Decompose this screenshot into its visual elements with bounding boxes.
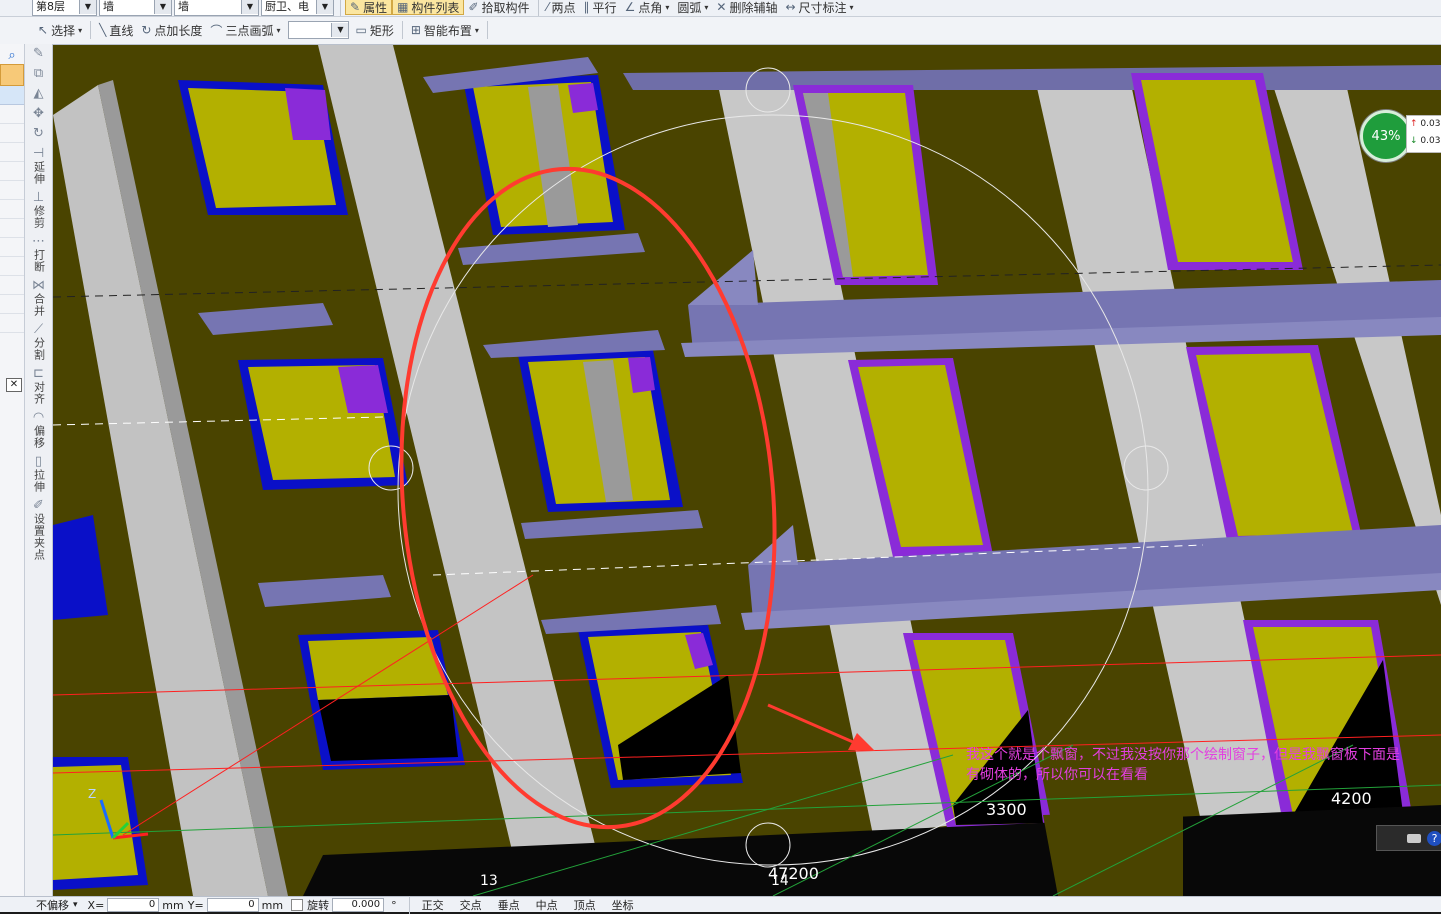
- parallel-icon: ∥: [583, 0, 590, 14]
- stretch-icon: ▯: [34, 454, 43, 469]
- x-input[interactable]: 0: [107, 898, 160, 912]
- properties-icon: ✎: [350, 0, 361, 14]
- pencil-tool[interactable]: ✎: [25, 44, 52, 64]
- draw-toolbar: ↖ 选择 ▾ ╲ 直线 ↻ 点加长度 ⌒ 三点画弧 ▾ ▼ ▭ 矩形 ⊞ 智能布置 ▾: [0, 17, 1441, 45]
- panel-tab-active[interactable]: [0, 64, 24, 86]
- align-tool[interactable]: ⊏ 对齐: [25, 364, 52, 408]
- download-icon: ↓: [1410, 136, 1418, 146]
- y-input[interactable]: 0: [206, 898, 259, 912]
- align-icon: ⊏: [33, 366, 44, 381]
- dimension-button[interactable]: ↔ 尺寸标注 ▾: [781, 0, 857, 18]
- merge-icon: ⋈: [32, 278, 45, 293]
- delete-aux-axis-button[interactable]: ✕ 删除辅轴: [712, 0, 781, 18]
- dimension-3300: 3300: [986, 800, 1027, 819]
- x-label: X=: [87, 898, 105, 912]
- keyboard-icon[interactable]: [1407, 833, 1421, 843]
- line-icon: ╲: [99, 23, 107, 37]
- type-select-1[interactable]: 墙 ▼: [99, 0, 172, 16]
- left-panel: ⌕ ✕: [0, 44, 25, 911]
- arc-button[interactable]: 圆弧 ▾: [673, 0, 712, 18]
- copy-tool[interactable]: ⧉: [25, 64, 52, 84]
- point-length-button[interactable]: ↻ 点加长度: [137, 19, 206, 41]
- progress-gauge: 43%: [1360, 110, 1412, 162]
- select-button[interactable]: ↖ 选择 ▾: [34, 19, 86, 41]
- dimension-4200: 4200: [1331, 789, 1372, 808]
- edit-toolbar: ✎ ⧉ ◭ ✥ ↻ ⊣ 延伸 ⊥ 修剪 ⋯ 打断 ⋈ 合并 ⟋ 分割 ⊏ 对齐 ◠ 偏移 ▯ 拉…: [25, 44, 53, 896]
- floating-toolbar: ?: [1376, 825, 1441, 851]
- axis-label-14: 14: [771, 873, 789, 889]
- y-label: Y=: [187, 898, 204, 912]
- 3d-viewport[interactable]: Z 3300 4200 47200 13 14 我这个就是个飘窗，不过我没按你那…: [53, 45, 1441, 896]
- rotate-input[interactable]: 0.000: [332, 898, 385, 912]
- delete-icon: ✕: [716, 0, 727, 14]
- split-tool[interactable]: ⟋ 分割: [25, 320, 52, 364]
- move-icon: ✥: [33, 106, 44, 121]
- three-point-arc-button[interactable]: ⌒ 三点画弧 ▾: [206, 19, 284, 41]
- pick-component-button[interactable]: ✐ 拾取构件: [464, 0, 533, 18]
- axis-z-label: Z: [88, 787, 97, 801]
- move-tool[interactable]: ✥: [25, 104, 52, 124]
- split-icon: ⟋: [33, 322, 44, 337]
- top-toolbar: 第8层 ▼ 墙 ▼ 墙 ▼ 厨卫、电 ▼ ✎ 属性 ▦ 构件列表 ✐ 拾取构件 ⁄ 两点 ∥ 平行…: [0, 0, 1441, 17]
- two-points-icon: ⁄: [546, 0, 549, 14]
- pick-icon: ✐: [468, 0, 479, 14]
- grip-tool[interactable]: ✐ 设置夹点: [25, 496, 52, 564]
- point-length-icon: ↻: [141, 23, 152, 37]
- floor-select[interactable]: 第8层 ▼: [32, 0, 97, 16]
- help-icon[interactable]: ?: [1427, 830, 1441, 846]
- mirror-tool[interactable]: ◭: [25, 84, 52, 104]
- extend-tool[interactable]: ⊣ 延伸: [25, 144, 52, 188]
- sub-type-select[interactable]: 厨卫、电 ▼: [261, 0, 334, 16]
- arc-option-select[interactable]: ▼: [288, 21, 350, 39]
- window-left-3: [298, 630, 465, 770]
- dimension-icon: ↔: [785, 0, 796, 14]
- upload-icon: ↑: [1410, 119, 1418, 129]
- extend-icon: ⊣: [32, 146, 45, 161]
- cursor-icon: ↖: [38, 23, 49, 37]
- arc-icon: ⌒: [210, 23, 223, 38]
- axis-label-13: 13: [480, 873, 498, 889]
- parallel-button[interactable]: ∥ 平行: [580, 0, 621, 18]
- offset-tool[interactable]: ◠ 偏移: [25, 408, 52, 452]
- line-button[interactable]: ╲ 直线: [95, 19, 137, 41]
- window-left-2: [238, 358, 408, 490]
- rect-icon: ▭: [355, 23, 367, 37]
- properties-button[interactable]: ✎ 属性: [345, 0, 393, 15]
- trim-tool[interactable]: ⊥ 修剪: [25, 188, 52, 232]
- point-angle-button[interactable]: ∠ 点角 ▾: [621, 0, 674, 18]
- close-icon[interactable]: ✕: [6, 378, 22, 392]
- rotate-tool[interactable]: ↻: [25, 124, 52, 144]
- list-icon: ▦: [397, 0, 409, 14]
- search-icon[interactable]: ⌕: [0, 46, 24, 64]
- network-speed: ↑ 0.03 ↓ 0.03: [1406, 115, 1441, 153]
- rotate-checkbox[interactable]: [291, 899, 304, 911]
- two-points-button[interactable]: ⁄ 两点: [543, 0, 580, 18]
- break-icon: ⋯: [32, 234, 45, 249]
- rotate-icon: ↻: [33, 126, 44, 141]
- type-select-2[interactable]: 墙 ▼: [174, 0, 259, 16]
- pencil-icon: ✎: [33, 46, 44, 61]
- panel-tab[interactable]: [0, 86, 24, 105]
- mm-unit-1: mm: [162, 898, 184, 912]
- copy-icon: ⧉: [33, 66, 44, 81]
- offset-icon: ◠: [32, 410, 45, 425]
- merge-tool[interactable]: ⋈ 合并: [25, 276, 52, 320]
- rect-button[interactable]: ▭ 矩形: [351, 19, 397, 41]
- smart-layout-icon: ⊞: [410, 23, 421, 37]
- window-left-1: [178, 80, 348, 215]
- mirror-icon: ◭: [33, 86, 44, 101]
- break-tool[interactable]: ⋯ 打断: [25, 232, 52, 276]
- trim-icon: ⊥: [32, 190, 45, 205]
- mm-unit-2: mm: [261, 898, 284, 912]
- annotation-note: 我这个就是个飘窗，不过我没按你那个绘制窗子，但是我飘窗板下面是有砌体的，所以你可…: [966, 747, 1400, 783]
- status-bar: 不偏移 ▾ X= 0 mm Y= 0 mm 旋转 0.000 ° 正交 交点 垂…: [0, 896, 1441, 914]
- stretch-tool[interactable]: ▯ 拉伸: [25, 452, 52, 496]
- component-list-button[interactable]: ▦ 构件列表: [392, 0, 465, 15]
- grip-icon: ✐: [33, 498, 44, 513]
- angle-icon: ∠: [624, 0, 636, 14]
- smart-layout-button[interactable]: ⊞ 智能布置 ▾: [407, 19, 483, 41]
